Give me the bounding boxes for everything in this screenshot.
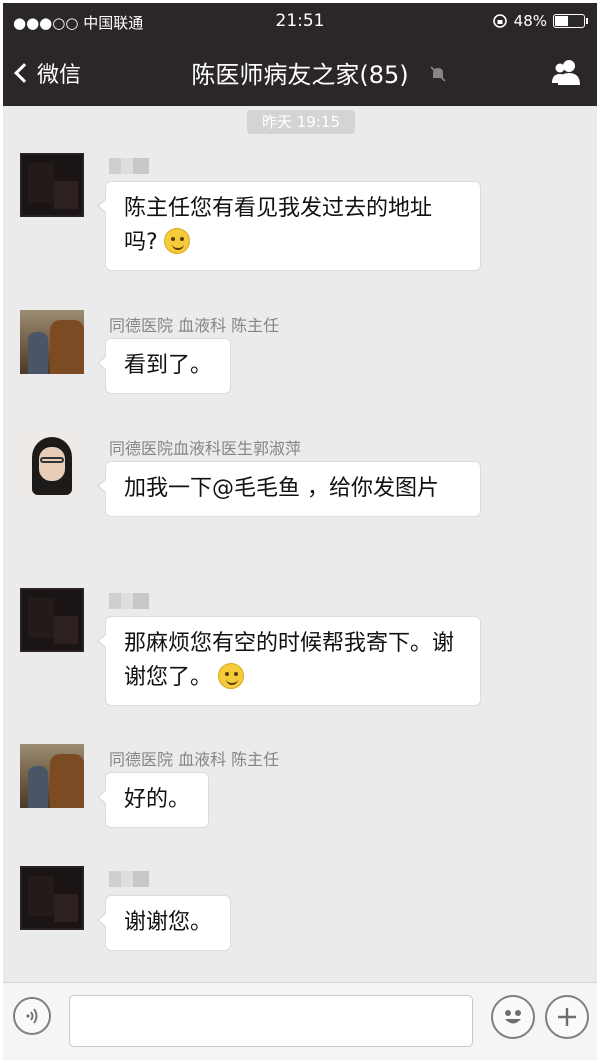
mute-bell-icon (430, 66, 446, 82)
message-bubble[interactable]: 看到了。 (96, 338, 232, 394)
avatar[interactable] (20, 744, 84, 808)
voice-input-button[interactable] (13, 997, 51, 1035)
message-bubble[interactable]: 好的。 (96, 772, 210, 828)
battery-percent: 48% (513, 12, 547, 30)
voice-icon (26, 1008, 38, 1024)
sender-name-blurred (109, 593, 149, 609)
message-bubble[interactable]: 那麻烦您有空的时候帮我寄下。谢谢您了。 (97, 616, 481, 706)
message-input[interactable] (69, 995, 473, 1047)
page-title: 陈医师病友之家(85) (191, 61, 409, 89)
more-button[interactable] (545, 995, 589, 1039)
avatar[interactable] (20, 433, 84, 497)
smile-emoji-icon (218, 663, 245, 689)
message-text: 那麻烦您有空的时候帮我寄下。谢谢您了。 (124, 631, 455, 690)
message-text: 加我一下@毛毛鱼 ，给你发图片 (124, 476, 439, 501)
battery-icon (553, 14, 588, 28)
emoji-button[interactable] (491, 995, 535, 1039)
group-info-icon[interactable] (549, 55, 583, 89)
message-bubble[interactable]: 加我一下@毛毛鱼 ，给你发图片 (97, 461, 481, 517)
status-right: 48% (492, 12, 588, 30)
smiley-icon (505, 1010, 521, 1024)
avatar[interactable] (20, 310, 84, 374)
avatar[interactable] (20, 153, 84, 217)
battery-fill (555, 16, 568, 26)
chat-screen: ●●●○○ 中国联通 21:51 48% 微信 陈医师病友之家(85) 昨天 1… (3, 3, 597, 1060)
avatar[interactable] (20, 866, 84, 930)
sender-name: 同德医院 血液科 陈主任 (109, 750, 280, 769)
sender-name: 同德医院血液科医生郭淑萍 (109, 439, 302, 458)
message-text: 好的。 (124, 787, 191, 812)
message-text: 谢谢您。 (124, 910, 213, 935)
sender-name-blurred (109, 871, 149, 887)
plus-icon (558, 1008, 576, 1026)
message-bubble[interactable]: 谢谢您。 (96, 895, 232, 951)
status-bar: ●●●○○ 中国联通 21:51 48% (3, 9, 597, 35)
smile-emoji-icon (163, 228, 190, 254)
navbar: 微信 陈医师病友之家(85) (3, 51, 597, 95)
chat-timestamp: 昨天 19:15 (247, 110, 355, 134)
message-text: 看到了。 (124, 353, 213, 378)
avatar[interactable] (20, 588, 84, 652)
message-bubble[interactable]: 陈主任您有看见我发过去的地址吗? (97, 181, 481, 271)
sender-name-blurred (109, 158, 149, 174)
header: ●●●○○ 中国联通 21:51 48% 微信 陈医师病友之家(85) (3, 3, 597, 106)
sender-name: 同德医院 血液科 陈主任 (109, 316, 280, 335)
input-bar (3, 982, 597, 1060)
rotation-lock-icon (492, 14, 507, 28)
